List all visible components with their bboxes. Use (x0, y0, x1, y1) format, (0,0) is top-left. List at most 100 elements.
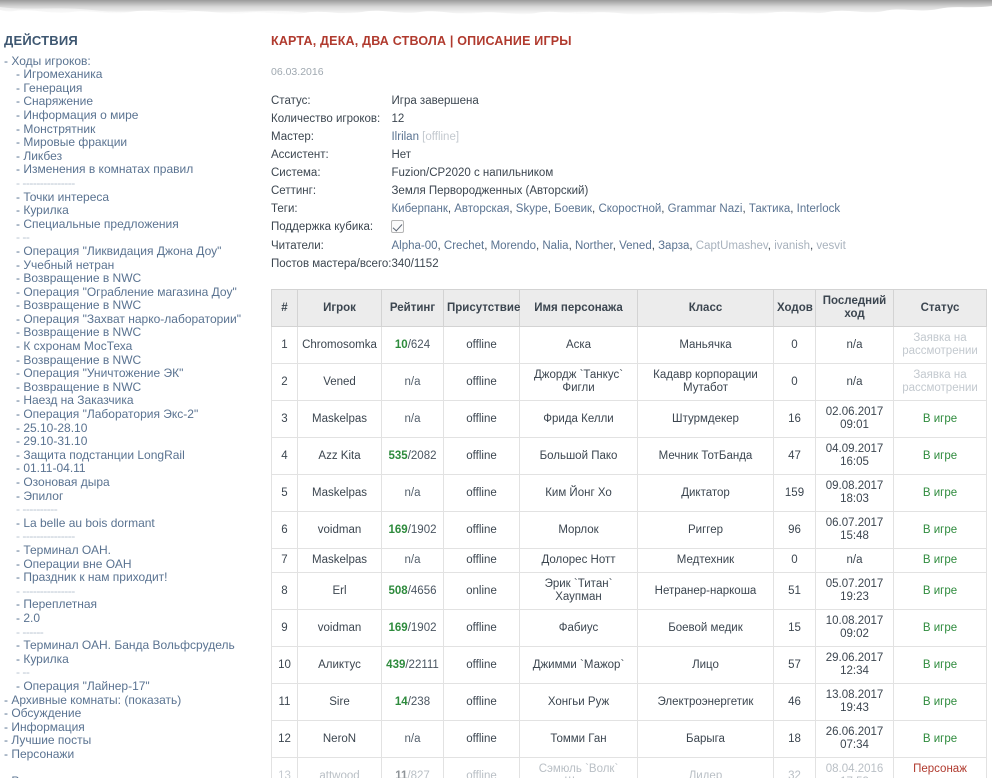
character-name-cell[interactable]: Эрик `Титан` Хаупман (519, 572, 638, 610)
sidebar-item[interactable]: - Защита подстанции LongRail (4, 448, 262, 463)
sidebar-item[interactable]: - Возвращение в NWC (4, 380, 262, 395)
sidebar-item[interactable]: - Обсуждение (4, 706, 262, 721)
player-name-cell[interactable]: Maskelpas (297, 474, 382, 512)
sidebar-item[interactable]: - Озоновая дыра (4, 475, 262, 490)
sidebar-item[interactable]: - Операция "Ликвидация Джона Доу" (4, 244, 262, 259)
sidebar-item[interactable]: - Праздник к нам приходит! (4, 571, 262, 585)
reader-link[interactable]: Зарза (658, 240, 689, 252)
column-header[interactable]: Присутствие (443, 289, 520, 327)
reader-link-inactive[interactable]: ivanish (774, 240, 810, 252)
tag-link[interactable]: Interlock (797, 203, 840, 215)
sidebar-item[interactable]: - 29.10-31.10 (4, 435, 262, 449)
player-name-cell[interactable]: voidman (297, 609, 382, 647)
tag-link[interactable]: Скоростной (598, 203, 661, 215)
character-name-cell[interactable]: Морлок (519, 511, 638, 549)
sidebar-item[interactable]: - Эпилог (4, 489, 262, 504)
character-name-cell[interactable]: Томми Ган (519, 720, 638, 758)
column-header[interactable]: Рейтинг (381, 289, 444, 327)
tag-link[interactable]: Тактика (749, 203, 790, 215)
sidebar-item[interactable]: - Операция "Захват нарко-лаборатории" (4, 312, 262, 327)
dice-support-checkbox[interactable] (391, 220, 405, 233)
character-name-cell[interactable]: Ким Йонг Хо (519, 474, 638, 512)
sidebar-item[interactable]: - Курилка (4, 652, 262, 667)
character-name-cell[interactable]: Большой Пако (519, 437, 638, 475)
player-name-cell[interactable]: Chromosomka (297, 326, 382, 364)
character-name-cell[interactable]: Фабиус (519, 609, 638, 647)
character-name-cell[interactable]: Аска (519, 326, 638, 364)
player-name-cell[interactable]: Maskelpas (297, 548, 382, 573)
sidebar-item[interactable]: - Операция "Лаборатория Экс-2" (4, 407, 262, 422)
character-name-cell[interactable]: Сэмюль `Волк` Шарк (519, 757, 638, 778)
sidebar-item[interactable]: - Учебный нетран (4, 258, 262, 273)
sidebar-item[interactable]: - Игромеханика (4, 68, 262, 82)
column-header[interactable]: Игрок (297, 289, 382, 327)
column-header[interactable]: Ходов (773, 289, 816, 327)
sidebar-item[interactable]: - Операция "Лайнер-17" (4, 679, 262, 694)
character-name-cell[interactable]: Долорес Нотт (519, 548, 638, 573)
sidebar-item[interactable]: - 25.10-28.10 (4, 421, 262, 436)
sidebar-item[interactable]: - Лучшие посты (4, 734, 262, 748)
player-name-cell[interactable]: Sire (297, 683, 382, 721)
sidebar-item[interactable]: - Терминал ОАН. Банда Вольфсрудель (4, 639, 262, 653)
sidebar-item[interactable]: - Ходы игроков: (4, 54, 262, 69)
character-name-cell[interactable]: Хонгьи Руж (519, 683, 638, 721)
page-title[interactable]: КАРТА, ДЕКА, ДВА СТВОЛА | ОПИСАНИЕ ИГРЫ (271, 34, 986, 48)
player-name-cell[interactable]: NeroN (297, 720, 382, 758)
master-link[interactable]: Ilrilan (391, 131, 418, 143)
sidebar-item[interactable]: - 2.0 (4, 611, 262, 626)
sidebar-item[interactable]: - Монстрятник (4, 122, 262, 137)
player-name-cell[interactable]: voidman (297, 511, 382, 549)
sidebar-item[interactable]: - Ликбез (4, 149, 262, 164)
sidebar-item[interactable]: - Специальные предложения (4, 217, 262, 232)
sidebar-item[interactable]: - Операции вне ОАН (4, 557, 262, 572)
sidebar-item[interactable]: - Возвращение в NWC (4, 326, 262, 340)
tag-link[interactable]: Авторская (454, 203, 509, 215)
column-header[interactable]: Статус (893, 289, 987, 327)
character-name-cell[interactable]: Джимми `Мажор` (519, 646, 638, 684)
reader-link[interactable]: Morendo (491, 240, 536, 252)
tag-link[interactable]: Киберпанк (391, 203, 447, 215)
sidebar-item[interactable]: - Терминал ОАН. (4, 543, 262, 558)
player-name-cell[interactable]: Erl (297, 572, 382, 610)
tag-link[interactable]: Skype (516, 203, 548, 215)
player-name-cell[interactable]: attwood (297, 757, 382, 778)
sidebar-item[interactable]: - Генерация (4, 81, 262, 96)
sidebar-item[interactable]: - 01.11-04.11 (4, 462, 262, 476)
sidebar-item[interactable]: - Возвращение в NWC (4, 271, 262, 286)
sidebar-item[interactable]: - Архивные комнаты: (показать) (4, 693, 262, 708)
column-header[interactable]: Последний ход (815, 289, 894, 327)
character-name-cell[interactable]: Джордж `Танкус` Фигли (519, 363, 638, 401)
sidebar-item[interactable]: - Наезд на Заказчика (4, 394, 262, 408)
column-header[interactable]: Класс (637, 289, 774, 327)
tag-link[interactable]: Боевик (554, 203, 592, 215)
sidebar-item[interactable]: - Возвращение в NWC (4, 299, 262, 313)
tag-link[interactable]: Grammar Nazi (668, 203, 743, 215)
sidebar-item[interactable]: - Переплетная (4, 598, 262, 612)
reader-link[interactable]: Alpha-00 (391, 240, 437, 252)
player-name-cell[interactable]: Vened (297, 363, 382, 401)
column-header[interactable]: Имя персонажа (519, 289, 638, 327)
sidebar-item[interactable]: - Точки интереса (4, 190, 262, 205)
sidebar-item[interactable]: - Мировые фракции (4, 136, 262, 150)
sidebar-item[interactable]: - Персонажи (4, 747, 262, 762)
reader-link-inactive[interactable]: vesvit (816, 240, 845, 252)
player-name-cell[interactable]: Аликтус (297, 646, 382, 684)
sidebar-item[interactable]: - Информация (4, 720, 262, 735)
character-name-cell[interactable]: Фрида Келли (519, 400, 638, 438)
sidebar-item[interactable]: - Изменения в комнатах правил (4, 163, 262, 177)
reader-link[interactable]: Nalia (542, 240, 568, 252)
sidebar-item[interactable]: - Операция "Ограбление магазина Доу" (4, 285, 262, 300)
sidebar-item[interactable]: - Операция "Уничтожение ЭК" (4, 367, 262, 381)
reader-link[interactable]: Norther (575, 240, 613, 252)
reader-link[interactable]: Crechet (444, 240, 484, 252)
sidebar-item[interactable]: - Снаряжение (4, 95, 262, 109)
sidebar-item[interactable]: - La belle au bois dormant (4, 516, 262, 531)
sidebar-item[interactable]: - Возвращение в NWC (4, 353, 262, 368)
reader-link[interactable]: Vened (619, 240, 652, 252)
sidebar-item[interactable]: - Курилка (4, 204, 262, 218)
sidebar-item[interactable]: - К схронам МосТеха (4, 339, 262, 354)
player-name-cell[interactable]: Azz Kita (297, 437, 382, 475)
player-name-cell[interactable]: Maskelpas (297, 400, 382, 438)
column-header[interactable]: # (271, 289, 298, 327)
reader-link-inactive[interactable]: CaptUmashev (696, 240, 768, 252)
